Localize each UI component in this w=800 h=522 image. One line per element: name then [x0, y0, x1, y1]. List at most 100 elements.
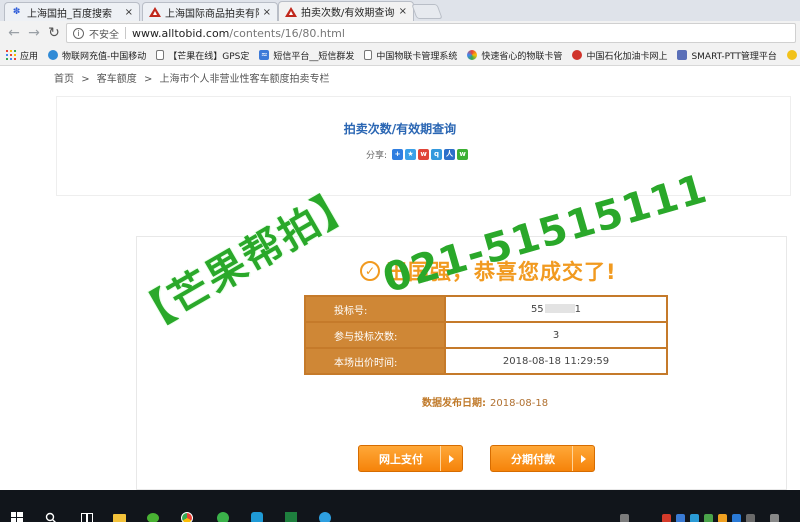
pay-installment-button[interactable]: 分期付款 [490, 445, 595, 472]
divider [125, 27, 126, 39]
bookmark-sms[interactable]: ≈ 短信平台__短信群发 [259, 49, 354, 62]
volume-icon[interactable] [770, 514, 779, 522]
share-bar: 分享: + ★ w q 人 w [366, 148, 469, 161]
table-row: 参与投标次数: 3 [304, 321, 668, 349]
share-label: 分享: [366, 151, 388, 161]
sinopec-icon [572, 50, 583, 60]
bid-count-label: 参与投标次数: [304, 321, 446, 349]
bookmark-mango-gps[interactable]: 【芒果在线】GPS定 [156, 49, 249, 62]
warning-triangle-icon [148, 7, 161, 18]
reload-icon[interactable]: ↻ [46, 25, 62, 41]
forward-arrow-icon[interactable]: → [26, 25, 42, 41]
tray-icon[interactable] [732, 514, 741, 522]
bookmark-sinopec[interactable]: 中国石化加油卡网上 [572, 49, 667, 62]
bid-number-suffix: 1 [574, 303, 582, 315]
security-label: 不安全 [89, 29, 119, 41]
bookmark-label: 【芒果在线】GPS定 [168, 51, 250, 62]
share-qzone-icon[interactable]: ★ [405, 149, 417, 160]
apps-grid-icon [6, 50, 16, 60]
close-tab-icon[interactable]: × [125, 7, 133, 18]
breadcrumb-home-link[interactable]: 首页 [54, 74, 74, 85]
breadcrumb: 首页 > 客车额度 > 上海市个人非营业性客车额度拍卖专栏 [52, 70, 332, 85]
info-icon[interactable]: i [73, 27, 84, 39]
bookmark-label: 物联网充值-中国移动 [62, 51, 147, 62]
new-tab-button[interactable] [411, 4, 443, 19]
bookmark-apps[interactable]: 应用 [6, 49, 38, 62]
pay-installment-label: 分期付款 [511, 452, 555, 466]
bookmark-label: 短信平台__短信群发 [273, 51, 355, 62]
tray-icon[interactable] [718, 514, 727, 522]
bookmark-iot-card[interactable]: 中国物联卡管理系统 [364, 49, 457, 62]
tray-icon[interactable] [662, 514, 671, 522]
bookmark-label: 应用 [20, 51, 39, 62]
browser-tab-strip: ✽ 上海国拍_百度搜索 × 上海国际商品拍卖有限公 × 拍卖次数/有效期查询-上… [0, 0, 800, 21]
tab-auction-company[interactable]: 上海国际商品拍卖有限公 × [142, 2, 278, 21]
excel-icon[interactable] [284, 512, 298, 522]
share-wechat-icon[interactable]: w [457, 149, 469, 160]
table-row: 本场出价时间: 2018-08-18 11:29:59 [304, 347, 668, 375]
tab-label: 上海国拍_百度搜索 [27, 8, 112, 20]
url-text: www.alltobid.com/contents/16/80.html [132, 27, 345, 40]
arrow-right-icon [572, 446, 594, 471]
tab-auction-query[interactable]: 拍卖次数/有效期查询-上 × [278, 1, 414, 21]
file-explorer-icon[interactable] [112, 512, 126, 522]
result-table: 投标号: 55 1 参与投标次数: 3 本场出价时间: 2018-08-18 11… [304, 295, 668, 375]
windows-start-icon[interactable] [10, 512, 24, 522]
task-view-icon[interactable] [80, 512, 94, 522]
bookmark-label: 中国石化加油卡网上 [586, 51, 668, 62]
bid-number-label: 投标号: [304, 295, 446, 323]
breadcrumb-current[interactable]: 上海市个人非营业性客车额度拍卖专栏 [160, 74, 330, 85]
document-icon [364, 50, 373, 60]
arrow-right-icon [440, 446, 462, 471]
tray-icon[interactable] [620, 514, 629, 522]
breadcrumb-quota-link[interactable]: 客车额度 [97, 74, 137, 85]
url-path: /contents/16/80.html [229, 26, 345, 40]
tray-icon[interactable] [676, 514, 685, 522]
check-icon: ✓ [360, 261, 380, 281]
bid-count-value: 3 [444, 321, 668, 349]
bookmark-smart-ptt[interactable]: SMART-PTT管理平台 [677, 49, 777, 62]
close-tab-icon[interactable]: × [399, 6, 407, 17]
tray-icon[interactable] [704, 514, 713, 522]
pay-online-label: 网上支付 [379, 452, 423, 466]
bookmark-label: 中国物联卡管理系统 [376, 51, 458, 62]
page-title: 拍卖次数/有效期查询 [343, 122, 457, 136]
sms-icon: ≈ [259, 50, 270, 60]
breadcrumb-separator: > [143, 74, 153, 85]
baidu-paw-icon: ✽ [12, 7, 21, 17]
table-row: 投标号: 55 1 [304, 295, 668, 323]
breadcrumb-separator: > [81, 74, 90, 85]
url-host: www.alltobid.com [132, 26, 230, 40]
close-tab-icon[interactable]: × [263, 7, 271, 18]
back-arrow-icon[interactable]: ← [6, 25, 22, 41]
ptt-icon [677, 50, 688, 60]
bid-time-label: 本场出价时间: [304, 347, 446, 375]
share-weibo-icon[interactable]: w [418, 149, 430, 160]
tab-baidu-search[interactable]: ✽ 上海国拍_百度搜索 × [4, 2, 140, 21]
telegram-icon[interactable] [318, 512, 332, 522]
share-renren-icon[interactable]: 人 [444, 149, 456, 160]
search-icon[interactable] [44, 512, 58, 522]
cmcc-icon [48, 50, 59, 60]
document-icon [156, 50, 165, 60]
chrome-icon[interactable] [180, 512, 194, 522]
pay-online-button[interactable]: 网上支付 [358, 445, 463, 472]
bookmark-extra[interactable] [786, 50, 800, 60]
tray-icon[interactable] [746, 514, 755, 522]
tab-label: 上海国际商品拍卖有限公 [165, 8, 259, 20]
share-tencent-icon[interactable]: q [431, 149, 443, 160]
bid-time-value: 2018-08-18 11:29:59 [444, 347, 668, 375]
address-bar[interactable]: i 不安全 www.alltobid.com/contents/16/80.ht… [66, 23, 796, 43]
tray-icon[interactable] [690, 514, 699, 522]
wechat-icon[interactable] [146, 512, 160, 522]
bid-number-value: 55 1 [444, 295, 668, 323]
tab-label: 拍卖次数/有效期查询-上 [301, 8, 395, 19]
browser-360-icon[interactable] [216, 512, 230, 522]
app-icon[interactable] [250, 512, 264, 522]
bookmark-iot-manage[interactable]: 快速省心的物联卡管 [467, 49, 562, 62]
warning-triangle-icon [284, 6, 297, 17]
publish-date-label: 数据发布日期: [422, 398, 486, 409]
share-more-icon[interactable]: + [392, 149, 404, 160]
bookmark-cmcc[interactable]: 物联网充值-中国移动 [48, 49, 146, 62]
bid-number-prefix: 55 [530, 303, 544, 315]
